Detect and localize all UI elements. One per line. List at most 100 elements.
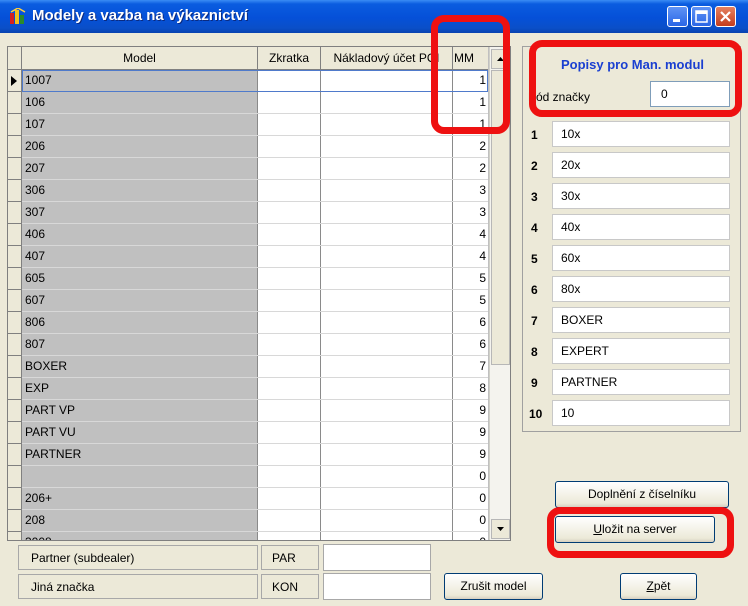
maximize-button[interactable] xyxy=(691,6,712,27)
table-row[interactable]: 206 2 xyxy=(8,136,488,158)
table-row[interactable]: 207 2 xyxy=(8,158,488,180)
row-indicator[interactable] xyxy=(8,158,22,180)
row-indicator[interactable] xyxy=(8,246,22,268)
table-row-selected[interactable]: 1007 1 xyxy=(8,70,488,92)
row-indicator[interactable] xyxy=(8,114,22,136)
row-indicator[interactable] xyxy=(8,202,22,224)
cell-model[interactable]: PARTNER xyxy=(25,447,81,461)
row-indicator[interactable] xyxy=(8,92,22,114)
table-row[interactable]: 307 3 xyxy=(8,202,488,224)
row-indicator[interactable] xyxy=(8,488,22,510)
current-row-indicator[interactable] xyxy=(8,70,22,92)
cell-mm[interactable]: 7 xyxy=(453,359,486,373)
zpet-button[interactable]: Zpět xyxy=(620,573,697,600)
cell-mm[interactable]: 4 xyxy=(453,227,486,241)
popis-input[interactable]: PARTNER xyxy=(552,369,730,395)
table-row[interactable]: 106 1 xyxy=(8,92,488,114)
partner-account-input[interactable] xyxy=(323,544,431,571)
header-zkratka[interactable]: Zkratka xyxy=(258,47,321,69)
cell-mm[interactable]: 0 xyxy=(453,535,486,540)
cell-mm[interactable]: 0 xyxy=(453,469,486,483)
row-indicator[interactable] xyxy=(8,312,22,334)
cell-mm[interactable]: 2 xyxy=(453,161,486,175)
cell-model[interactable]: PART VP xyxy=(25,403,75,417)
row-indicator[interactable] xyxy=(8,510,22,532)
row-indicator[interactable] xyxy=(8,422,22,444)
cell-model[interactable]: 206+ xyxy=(25,491,52,505)
table-row[interactable]: 406 4 xyxy=(8,224,488,246)
cell-model[interactable]: 307 xyxy=(25,205,45,219)
table-row[interactable]: 407 4 xyxy=(8,246,488,268)
cell-mm[interactable]: 0 xyxy=(453,491,486,505)
cell-model[interactable]: 607 xyxy=(25,293,45,307)
cell-model[interactable]: EXP xyxy=(25,381,49,395)
cell-model[interactable]: 406 xyxy=(25,227,45,241)
table-row[interactable]: EXP 8 xyxy=(8,378,488,400)
cell-mm[interactable]: 3 xyxy=(453,205,486,219)
cell-mm[interactable]: 4 xyxy=(453,249,486,263)
table-row[interactable]: PART VP 9 xyxy=(8,400,488,422)
cell-model[interactable]: 206 xyxy=(25,139,45,153)
cell-model[interactable]: 208 xyxy=(25,513,45,527)
cell-mm[interactable]: 2 xyxy=(453,139,486,153)
scroll-down-button[interactable] xyxy=(491,519,510,539)
cell-model[interactable]: BOXER xyxy=(25,359,67,373)
cell-model[interactable]: 306 xyxy=(25,183,45,197)
popis-input[interactable]: 10x xyxy=(552,121,730,147)
row-indicator[interactable] xyxy=(8,356,22,378)
cell-mm[interactable]: 5 xyxy=(453,271,486,285)
row-indicator[interactable] xyxy=(8,334,22,356)
popis-input[interactable]: 30x xyxy=(552,183,730,209)
cell-model[interactable]: 806 xyxy=(25,315,45,329)
cell-model[interactable]: 605 xyxy=(25,271,45,285)
row-indicator[interactable] xyxy=(8,224,22,246)
table-row[interactable]: 607 5 xyxy=(8,290,488,312)
table-row[interactable]: 206+ 0 xyxy=(8,488,488,510)
cell-mm[interactable]: 6 xyxy=(453,315,486,329)
cell-mm[interactable]: 0 xyxy=(453,513,486,527)
table-row[interactable]: PARTNER 9 xyxy=(8,444,488,466)
minimize-button[interactable] xyxy=(667,6,688,27)
doplneni-button[interactable]: Doplnění z číselníku xyxy=(555,481,729,508)
table-row[interactable]: 807 6 xyxy=(8,334,488,356)
cell-model[interactable]: 807 xyxy=(25,337,45,351)
table-row[interactable]: 605 5 xyxy=(8,268,488,290)
table-row[interactable]: BOXER 7 xyxy=(8,356,488,378)
table-row[interactable]: 3008 0 xyxy=(8,532,488,540)
row-indicator[interactable] xyxy=(8,444,22,466)
popis-input[interactable]: 20x xyxy=(552,152,730,178)
popis-input[interactable]: EXPERT xyxy=(552,338,730,364)
row-indicator[interactable] xyxy=(8,290,22,312)
close-button[interactable] xyxy=(715,6,736,27)
row-indicator[interactable] xyxy=(8,466,22,488)
jina-znacka-account-input[interactable] xyxy=(323,573,431,600)
popis-input[interactable]: BOXER xyxy=(552,307,730,333)
header-model[interactable]: Model xyxy=(22,47,258,69)
cell-mm[interactable]: 3 xyxy=(453,183,486,197)
cell-mm[interactable]: 9 xyxy=(453,425,486,439)
table-row[interactable]: 208 0 xyxy=(8,510,488,532)
cell-model[interactable]: PART VU xyxy=(25,425,76,439)
cell-model[interactable]: 107 xyxy=(25,117,45,131)
row-indicator[interactable] xyxy=(8,268,22,290)
cell-mm[interactable]: 5 xyxy=(453,293,486,307)
popis-input[interactable]: 40x xyxy=(552,214,730,240)
popis-input[interactable]: 80x xyxy=(552,276,730,302)
table-row[interactable]: 306 3 xyxy=(8,180,488,202)
cell-mm[interactable]: 8 xyxy=(453,381,486,395)
row-indicator[interactable] xyxy=(8,400,22,422)
popis-input[interactable]: 60x xyxy=(552,245,730,271)
row-indicator[interactable] xyxy=(8,532,22,540)
table-row[interactable]: 107 1 xyxy=(8,114,488,136)
cell-mm[interactable]: 9 xyxy=(453,447,486,461)
table-row[interactable]: 806 6 xyxy=(8,312,488,334)
row-indicator[interactable] xyxy=(8,136,22,158)
cell-model[interactable]: 3008 xyxy=(25,535,52,540)
cell-model[interactable]: 407 xyxy=(25,249,45,263)
title-bar[interactable]: Modely a vazba na výkaznictví xyxy=(0,0,748,33)
cell-mm[interactable]: 6 xyxy=(453,337,486,351)
table-row[interactable]: PART VU 9 xyxy=(8,422,488,444)
zrusit-model-button[interactable]: Zrušit model xyxy=(444,573,543,600)
table-row[interactable]: 0 xyxy=(8,466,488,488)
row-indicator[interactable] xyxy=(8,180,22,202)
